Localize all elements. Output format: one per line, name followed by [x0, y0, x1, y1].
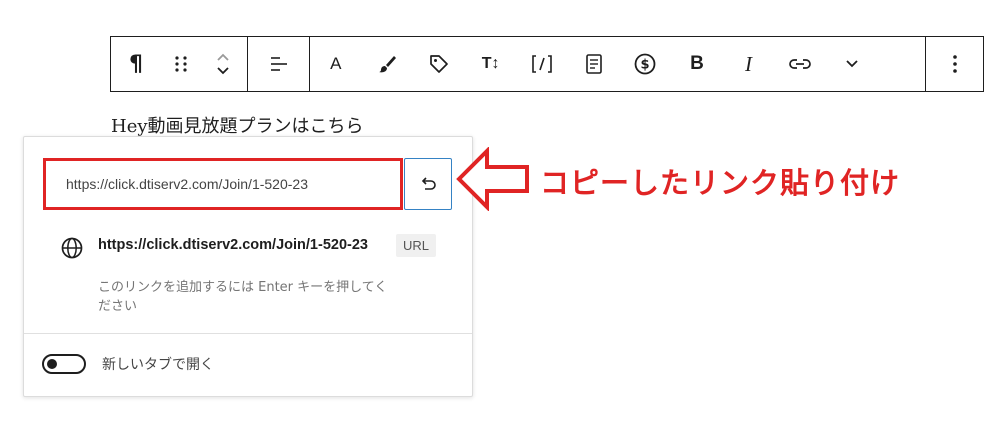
font-size-icon: T↕ — [481, 55, 500, 72]
bold-icon: B — [690, 53, 704, 74]
dollar-button[interactable]: $ — [620, 40, 672, 88]
toolbar-group-options — [925, 37, 983, 91]
brush-icon — [379, 56, 397, 73]
document-icon — [585, 54, 602, 74]
text-color-button[interactable]: A — [310, 40, 362, 88]
block-movers — [205, 40, 241, 88]
text-color-icon: A — [330, 54, 342, 73]
move-up-icon[interactable] — [215, 50, 231, 64]
more-formats-button[interactable] — [826, 40, 878, 88]
highlight-button[interactable] — [362, 40, 414, 88]
toolbar-group-format: A T↕ $ B I — [309, 37, 925, 91]
drag-handle[interactable] — [157, 40, 205, 88]
link-url-input[interactable]: https://click.dtiserv2.com/Join/1-520-23 — [43, 158, 403, 210]
font-size-button[interactable]: T↕ — [465, 40, 517, 88]
toggle-knob — [47, 359, 57, 369]
open-in-new-tab-label: 新しいタブで開く — [102, 357, 214, 373]
tag-icon — [430, 55, 448, 73]
chevron-down-icon — [846, 60, 858, 68]
open-in-new-tab-toggle[interactable] — [42, 354, 86, 374]
drag-handle-icon — [175, 56, 187, 72]
suggestion-url-text: https://click.dtiserv2.com/Join/1-520-23 — [98, 237, 368, 253]
submit-link-button[interactable] — [404, 158, 452, 210]
shortcode-button[interactable] — [516, 40, 568, 88]
italic-button[interactable]: I — [723, 40, 775, 88]
options-button[interactable] — [931, 40, 979, 88]
link-button[interactable] — [774, 40, 826, 88]
annotation-arrow-icon — [456, 147, 529, 211]
svg-text:$: $ — [641, 58, 650, 73]
dollar-circle-icon: $ — [634, 53, 656, 75]
tag-button[interactable] — [413, 40, 465, 88]
enter-return-icon — [421, 177, 436, 190]
align-left-icon — [271, 57, 287, 71]
paragraph-block-text[interactable]: Hey動画見放題プランはこちら — [111, 112, 364, 138]
link-icon — [789, 59, 811, 69]
block-toolbar: ¶ A T↕ $ B I — [110, 36, 984, 92]
shortcode-icon — [532, 55, 552, 73]
document-button[interactable] — [568, 40, 620, 88]
toolbar-group-block: ¶ — [111, 37, 247, 91]
move-down-icon[interactable] — [215, 64, 231, 78]
annotation-text: コピーしたリンク貼り付け — [540, 166, 901, 200]
toolbar-group-align — [247, 37, 309, 91]
link-suggestion-item[interactable]: https://click.dtiserv2.com/Join/1-520-23… — [58, 230, 448, 320]
italic-icon: I — [745, 51, 753, 76]
globe-icon — [61, 237, 83, 259]
align-button[interactable] — [255, 40, 303, 88]
popover-divider — [24, 333, 472, 334]
bold-button[interactable]: B — [671, 40, 723, 88]
suggestion-hint-text: このリンクを追加するには Enter キーを押してください — [98, 280, 388, 314]
paragraph-block-button[interactable]: ¶ — [115, 40, 157, 88]
more-vertical-icon — [953, 55, 957, 73]
pilcrow-icon: ¶ — [129, 51, 143, 77]
suggestion-type-badge: URL — [396, 234, 437, 257]
open-in-new-tab-row: 新しいタブで開く — [42, 354, 214, 374]
